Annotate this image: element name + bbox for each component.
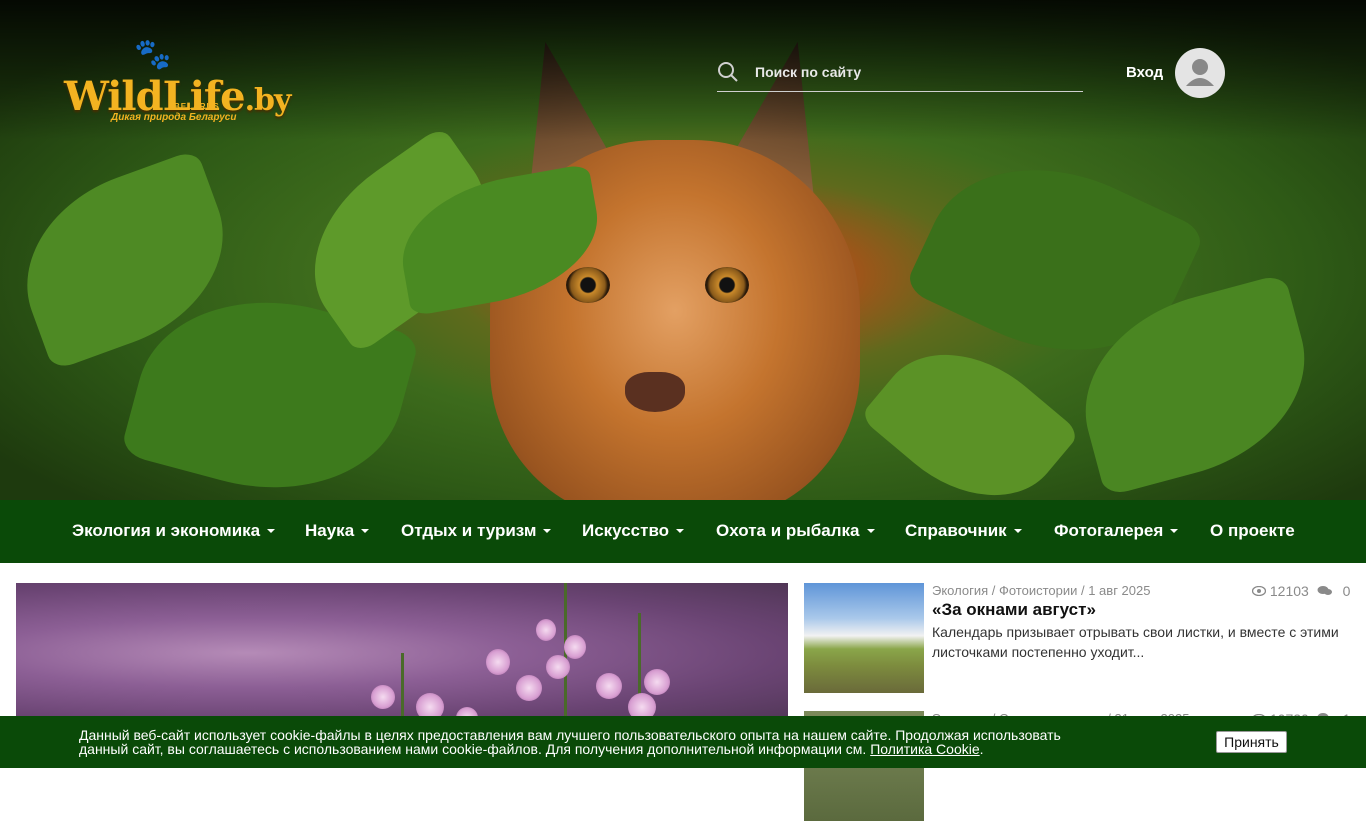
login-link[interactable]: Вход bbox=[1126, 64, 1163, 81]
caret-down-icon bbox=[676, 529, 685, 533]
site-logo[interactable]: 🐾 WildLife.by BELARUS Дикая природа Бела… bbox=[64, 38, 291, 126]
user-avatar[interactable] bbox=[1175, 48, 1225, 98]
accept-cookies-button[interactable]: Принять bbox=[1216, 731, 1287, 753]
nav-item-art[interactable]: Искусство bbox=[582, 521, 685, 541]
article-stats: 12103 0 bbox=[1251, 583, 1351, 599]
logo-country: BELARUS bbox=[174, 102, 220, 111]
user-icon bbox=[1186, 59, 1214, 86]
view-count: 12103 bbox=[1269, 583, 1309, 599]
article-title[interactable]: «За окнами август» bbox=[932, 600, 1096, 620]
nav-item-tourism[interactable]: Отдых и туризм bbox=[401, 521, 552, 541]
article-thumbnail[interactable] bbox=[804, 583, 924, 693]
article-meta: Экология / Фотоистории / 1 авг 2025 bbox=[932, 583, 1151, 598]
eye-icon bbox=[1251, 585, 1267, 597]
search-input[interactable] bbox=[755, 59, 1075, 85]
caret-down-icon bbox=[267, 529, 276, 533]
article-card[interactable]: Экология / Фотоистории / 1 авг 2025 1210… bbox=[804, 583, 1351, 693]
paw-icon: 🐾 bbox=[134, 38, 172, 71]
caret-down-icon bbox=[1013, 529, 1022, 533]
cookie-policy-link[interactable]: Политика Cookie bbox=[870, 741, 979, 757]
nav-item-gallery[interactable]: Фотогалерея bbox=[1054, 521, 1179, 541]
nav-item-reference[interactable]: Справочник bbox=[905, 521, 1022, 541]
featured-article-image[interactable] bbox=[16, 583, 788, 723]
comments-icon bbox=[1317, 586, 1332, 595]
nav-item-ecology[interactable]: Экология и экономика bbox=[72, 521, 276, 541]
site-search bbox=[717, 55, 1083, 92]
caret-down-icon bbox=[866, 529, 875, 533]
article-excerpt: Календарь призывает отрывать свои листки… bbox=[932, 624, 1339, 660]
nav-item-hunting[interactable]: Охота и рыбалка bbox=[716, 521, 875, 541]
main-nav: Экология и экономика Наука Отдых и туриз… bbox=[0, 500, 1366, 563]
cookie-text: Данный веб-сайт использует cookie-файлы … bbox=[79, 727, 1061, 757]
cookie-banner: Данный веб-сайт использует cookie-файлы … bbox=[0, 716, 1366, 768]
caret-down-icon bbox=[1170, 529, 1179, 533]
search-icon[interactable] bbox=[717, 61, 739, 83]
caret-down-icon bbox=[361, 529, 370, 533]
nav-item-about[interactable]: О проекте bbox=[1210, 521, 1295, 541]
nav-item-science[interactable]: Наука bbox=[305, 521, 370, 541]
comment-count: 0 bbox=[1342, 583, 1351, 599]
logo-tagline: Дикая природа Беларуси bbox=[111, 112, 237, 123]
caret-down-icon bbox=[543, 529, 552, 533]
